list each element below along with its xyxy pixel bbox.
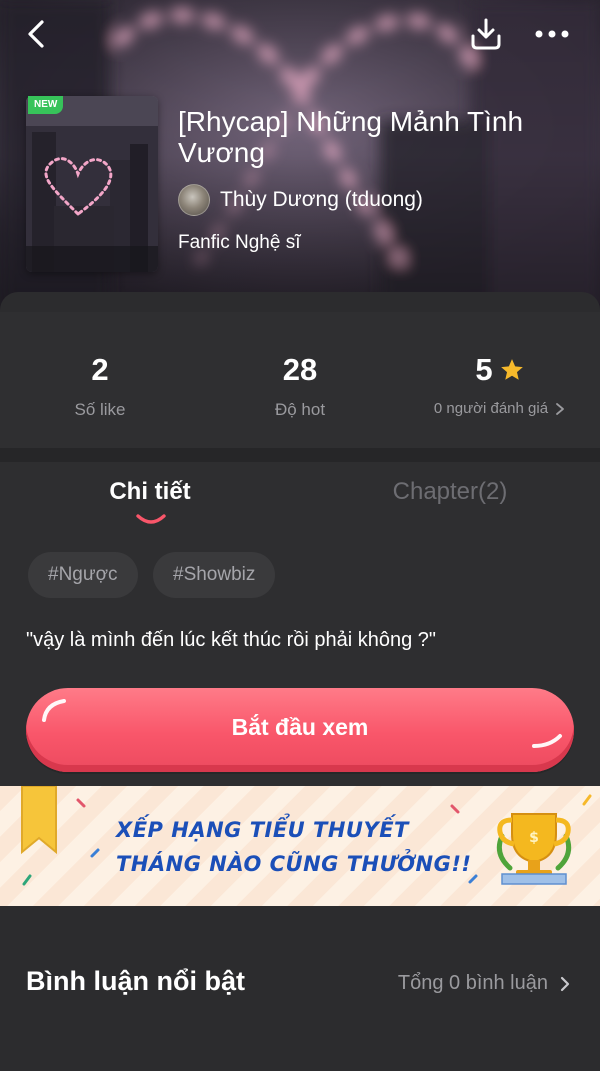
- author-link[interactable]: Thùy Dương (tduong): [178, 184, 423, 216]
- banner-subheadline: THÁNG NÀO CŨNG THƯỞNG!!: [116, 852, 472, 876]
- comments-heading: Bình luận nổi bật: [26, 966, 245, 996]
- more-dots-icon: [535, 30, 569, 38]
- chevron-right-icon: [556, 402, 564, 415]
- story-cover-image: [26, 96, 158, 272]
- hot-stat: 28 Độ hot: [200, 350, 400, 420]
- rating-value: 5: [475, 352, 493, 387]
- active-tab-indicator: [136, 514, 166, 524]
- hot-label: Độ hot: [274, 400, 326, 419]
- banner-headline: XẾP HẠNG TIỂU THUYẾT: [116, 818, 409, 842]
- comments-section: Bình luận nổi bật Tổng 0 bình luận: [0, 906, 600, 1071]
- likes-label: Số like: [74, 400, 126, 419]
- rating-stat[interactable]: 5 0 người đánh giá: [400, 350, 600, 417]
- start-reading-label: Bắt đầu xem: [231, 713, 369, 740]
- likes-count: 2: [91, 352, 109, 387]
- tag-chip[interactable]: #Showbiz: [153, 552, 276, 598]
- story-category[interactable]: Fanfic Nghệ sĩ: [178, 232, 301, 254]
- rating-count-label: 0 người đánh giá: [433, 400, 549, 417]
- stats-panel: 2 Số like 28 Độ hot 5 0 người đánh giá: [0, 292, 600, 448]
- svg-text:$: $: [529, 830, 539, 846]
- story-title: [Rhycap] Những Mảnh Tình Vương: [178, 106, 524, 168]
- start-reading-button[interactable]: Bắt đầu xem: [26, 688, 574, 772]
- button-highlight-icon: [532, 734, 562, 748]
- author-name: Thùy Dương (tduong): [220, 188, 423, 211]
- story-summary: "vậy là mình đến lúc kết thúc rồi phải k…: [26, 629, 436, 651]
- download-button[interactable]: [464, 14, 508, 54]
- comments-total-label: Tổng 0 bình luận: [397, 972, 548, 994]
- rating-count-row: 0 người đánh giá: [400, 400, 600, 417]
- chevron-right-icon: [560, 976, 570, 991]
- tab-detail[interactable]: Chi tiết: [0, 478, 300, 506]
- chevron-left-icon: [28, 20, 44, 48]
- hot-count: 28: [282, 352, 318, 387]
- more-options-button[interactable]: [530, 14, 574, 54]
- section-divider: [0, 448, 600, 462]
- likes-stat: 2 Số like: [0, 350, 200, 420]
- star-icon: [500, 359, 523, 380]
- promo-banner[interactable]: $ XẾP HẠNG TIỂU THUYẾT THÁNG NÀO CŨNG TH…: [0, 786, 600, 906]
- cover-artwork: [26, 96, 158, 272]
- tag-chip[interactable]: #Ngược: [28, 552, 138, 598]
- story-header: NEW [Rhycap] Những Mảnh Tình Vương Thùy …: [0, 0, 600, 312]
- tab-chapter[interactable]: Chapter(2): [300, 478, 600, 506]
- author-avatar: [178, 184, 210, 216]
- details-section: Chi tiết Chapter(2) #Ngược #Showbiz "vậy…: [0, 462, 600, 786]
- all-comments-link[interactable]: Tổng 0 bình luận: [398, 972, 572, 995]
- button-highlight-icon: [42, 699, 66, 722]
- new-badge: NEW: [28, 96, 64, 114]
- back-button[interactable]: [14, 14, 58, 54]
- download-icon: [471, 18, 501, 50]
- trophy-icon: $: [496, 813, 572, 885]
- rating-value-row: 5: [400, 350, 600, 390]
